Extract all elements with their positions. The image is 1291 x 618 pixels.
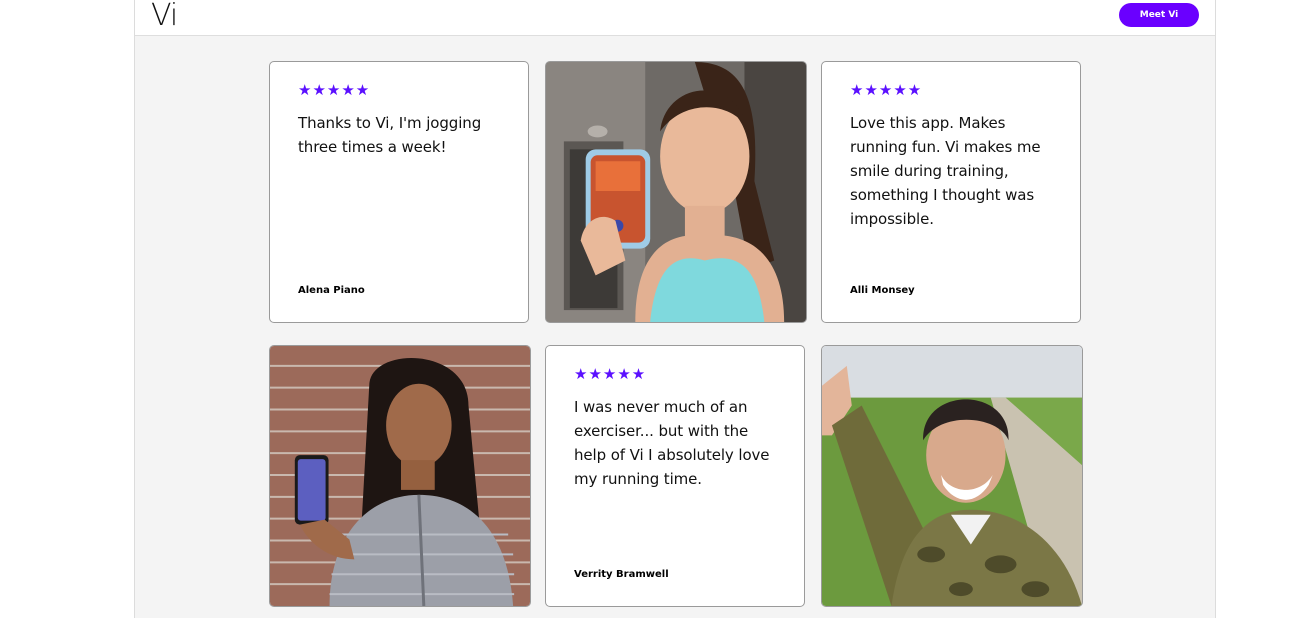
testimonial-photo-woman-teal-top bbox=[545, 61, 807, 323]
star-rating: ★★★★★ bbox=[574, 365, 647, 383]
testimonial-card: ★★★★★ Love this app. Makes running fun. … bbox=[821, 61, 1081, 323]
star-rating: ★★★★★ bbox=[298, 81, 371, 99]
testimonial-text: Thanks to Vi, I'm jogging three times a … bbox=[298, 114, 482, 156]
logo[interactable]: Vi bbox=[151, 0, 178, 33]
testimonial-author: Alli Monsey bbox=[850, 285, 915, 296]
meet-vi-button[interactable]: Meet Vi bbox=[1119, 3, 1199, 27]
testimonial-author: Verrity Bramwell bbox=[574, 569, 669, 580]
testimonial-photo-man-field bbox=[821, 345, 1083, 607]
top-bar: Vi Meet Vi bbox=[135, 0, 1215, 36]
testimonial-text: I was never much of an exerciser... but … bbox=[574, 398, 770, 488]
testimonial-card: ★★★★★ Thanks to Vi, I'm jogging three ti… bbox=[269, 61, 529, 323]
page-frame: Vi Meet Vi ★★★★★ Thanks to Vi, I'm joggi… bbox=[134, 0, 1216, 618]
testimonial-text: Love this app. Makes running fun. Vi mak… bbox=[850, 114, 1041, 228]
testimonial-author: Alena Piano bbox=[298, 285, 365, 296]
star-rating: ★★★★★ bbox=[850, 81, 923, 99]
testimonial-photo-woman-brick-wall bbox=[269, 345, 531, 607]
testimonial-card: ★★★★★ I was never much of an exerciser..… bbox=[545, 345, 805, 607]
